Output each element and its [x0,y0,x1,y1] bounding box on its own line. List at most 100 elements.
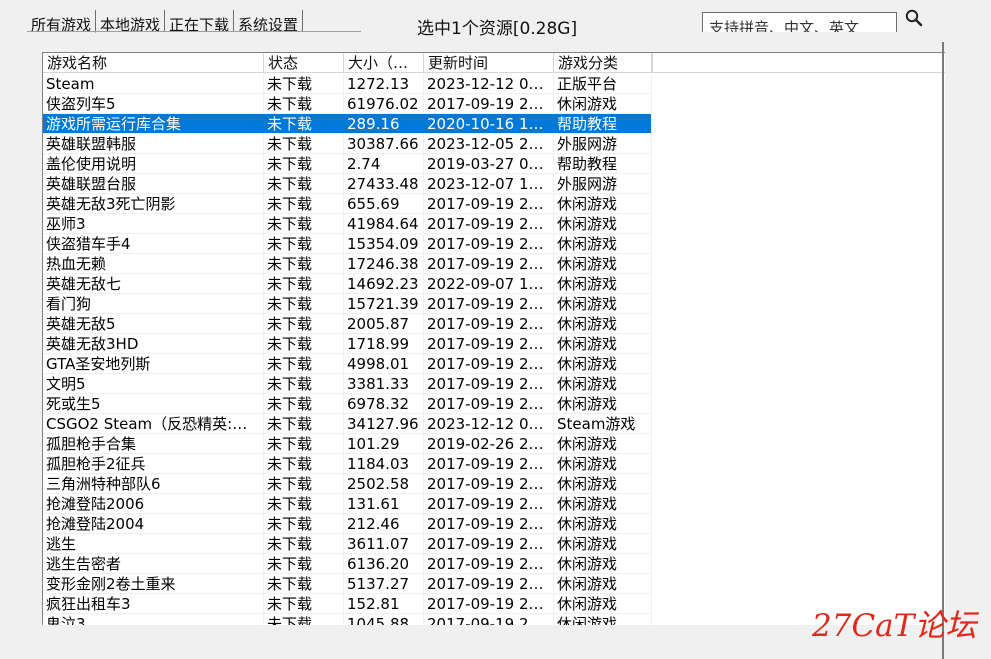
table-row[interactable]: 盖伦使用说明 未下载 2.74 2019-03-27 0… 帮助教程 [43,154,651,174]
cell-size: 3611.07 [347,535,410,553]
cell-name: 英雄无敌3HD [46,335,139,353]
list-header: 游戏名称 状态 大小（… 更新时间 游戏分类 [43,53,945,73]
cell-status: 未下载 [267,315,313,333]
cell-status: 未下载 [267,135,313,153]
cell-updated: 2020-10-16 1… [427,115,544,133]
cell-category: 休闲游戏 [557,295,618,313]
cell-category: 休闲游戏 [557,355,618,373]
cell-category: 休闲游戏 [557,455,618,473]
cell-name: 侠盗猎车手4 [46,235,131,253]
cell-status: 未下载 [267,275,313,293]
column-header-name[interactable]: 游戏名称 [43,53,264,73]
tab-settings[interactable]: 系统设置 [234,10,304,32]
cell-status: 未下载 [267,155,313,173]
cell-category: 休闲游戏 [557,375,618,393]
table-row[interactable]: 逃生 未下载 3611.07 2017-09-19 2… 休闲游戏 [43,534,651,554]
cell-size: 17246.38 [347,255,419,273]
cell-size: 1184.03 [347,455,410,473]
table-row[interactable]: 鬼泣3 未下载 1045.88 2017-09-19 2… 休闲游戏 [43,614,651,625]
table-row[interactable]: Steam 未下载 1272.13 2023-12-12 0… 正版平台 [43,74,651,94]
cell-size: 1718.99 [347,335,410,353]
table-row[interactable]: 游戏所需运行库合集 未下载 289.16 2020-10-16 1… 帮助教程 [43,114,651,134]
cell-name: 三角洲特种部队6 [46,475,161,493]
column-header-size[interactable]: 大小（… [344,53,424,73]
cell-name: 盖伦使用说明 [46,155,137,173]
cell-status: 未下载 [267,395,313,413]
watermark-logo: 27CaT论坛 [812,608,977,644]
table-row[interactable]: 抢滩登陆2006 未下载 131.61 2017-09-19 2… 休闲游戏 [43,494,651,514]
column-header-status[interactable]: 状态 [264,53,344,73]
cell-status: 未下载 [267,475,313,493]
game-list[interactable]: 游戏名称 状态 大小（… 更新时间 游戏分类 Steam 未下载 1272.13 20… [42,52,945,625]
column-header-updated[interactable]: 更新时间 [424,53,554,73]
tab-downloading[interactable]: 正在下载 [165,10,235,32]
table-row[interactable]: 热血无赖 未下载 17246.38 2017-09-19 2… 休闲游戏 [43,254,651,274]
cell-size: 289.16 [347,115,400,133]
table-row[interactable]: 三角洲特种部队6 未下载 2502.58 2017-09-19 2… 休闲游戏 [43,474,651,494]
cell-updated: 2017-09-19 2… [427,315,544,333]
cell-updated: 2017-09-19 2… [427,535,544,553]
table-row[interactable]: 死或生5 未下载 6978.32 2017-09-19 2… 休闲游戏 [43,394,651,414]
cell-size: 15354.09 [347,235,419,253]
cell-category: 休闲游戏 [557,575,618,593]
cell-status: 未下载 [267,235,313,253]
cell-updated: 2017-09-19 2… [427,595,544,613]
cell-category: 休闲游戏 [557,435,618,453]
table-row[interactable]: 变形金刚2卷土重来 未下载 5137.27 2017-09-19 2… 休闲游戏 [43,574,651,594]
table-row[interactable]: 疯狂出租车3 未下载 152.81 2017-09-19 2… 休闲游戏 [43,594,651,614]
table-row[interactable]: 文明5 未下载 3381.33 2017-09-19 2… 休闲游戏 [43,374,651,394]
tab-divider [27,31,361,32]
cell-updated: 2017-09-19 2… [427,295,544,313]
table-row[interactable]: 英雄无敌5 未下载 2005.87 2017-09-19 2… 休闲游戏 [43,314,651,334]
magnifier-icon [905,9,923,27]
cell-name: 英雄无敌3死亡阴影 [46,195,176,213]
table-row[interactable]: 英雄无敌3死亡阴影 未下载 655.69 2017-09-19 2… 休闲游戏 [43,194,651,214]
cell-name: 英雄无敌七 [46,275,122,293]
table-row[interactable]: 孤胆枪手合集 未下载 101.29 2019-02-26 2… 休闲游戏 [43,434,651,454]
table-row[interactable]: 侠盗列车5 未下载 61976.02 2017-09-19 2… 休闲游戏 [43,94,651,114]
tab-local-games[interactable]: 本地游戏 [96,10,166,32]
cell-name: 疯狂出租车3 [46,595,131,613]
cell-category: 正版平台 [557,75,618,93]
cell-size: 41984.64 [347,215,419,233]
cell-name: 孤胆枪手合集 [46,435,137,453]
cell-category: 休闲游戏 [557,515,618,533]
tab-all-games[interactable]: 所有游戏 [27,10,97,33]
column-header-category[interactable]: 游戏分类 [554,53,652,73]
table-row[interactable]: 英雄联盟韩服 未下载 30387.66 2023-12-05 2… 外服网游 [43,134,651,154]
table-row[interactable]: 英雄联盟台服 未下载 27433.48 2023-12-07 1… 外服网游 [43,174,651,194]
cell-size: 131.61 [347,495,400,513]
table-row[interactable]: 侠盗猎车手4 未下载 15354.09 2017-09-19 2… 休闲游戏 [43,234,651,254]
window-border [942,42,944,659]
table-row[interactable]: 看门狗 未下载 15721.39 2017-09-19 2… 休闲游戏 [43,294,651,314]
cell-category: 休闲游戏 [557,535,618,553]
cell-updated: 2017-09-19 2… [427,475,544,493]
table-row[interactable]: 抢滩登陆2004 未下载 212.46 2017-09-19 2… 休闲游戏 [43,514,651,534]
cell-name: CSGO2 Steam（反恐精英:… [46,415,248,433]
cell-name: 抢滩登陆2004 [46,515,145,533]
cell-size: 30387.66 [347,135,419,153]
table-row[interactable]: 孤胆枪手2征兵 未下载 1184.03 2017-09-19 2… 休闲游戏 [43,454,651,474]
cell-status: 未下载 [267,75,313,93]
cell-size: 3381.33 [347,375,410,393]
cell-status: 未下载 [267,555,313,573]
cell-size: 655.69 [347,195,400,213]
cell-category: 休闲游戏 [557,315,618,333]
table-row[interactable]: GTA圣安地列斯 未下载 4998.01 2017-09-19 2… 休闲游戏 [43,354,651,374]
cell-status: 未下载 [267,455,313,473]
cell-name: 抢滩登陆2006 [46,495,145,513]
cell-size: 2502.58 [347,475,410,493]
table-row[interactable]: 巫师3 未下载 41984.64 2017-09-19 2… 休闲游戏 [43,214,651,234]
cell-size: 1045.88 [347,615,410,625]
cell-updated: 2017-09-19 2… [427,335,544,353]
search-button[interactable] [904,8,924,28]
cell-updated: 2017-09-19 2… [427,455,544,473]
table-row[interactable]: 英雄无敌七 未下载 14692.23 2022-09-07 1… 休闲游戏 [43,274,651,294]
table-row[interactable]: 逃生告密者 未下载 6136.20 2017-09-19 2… 休闲游戏 [43,554,651,574]
cell-status: 未下载 [267,535,313,553]
cell-category: 休闲游戏 [557,555,618,573]
cell-updated: 2017-09-19 2… [427,555,544,573]
search-input[interactable]: 支持拼音、中文、英文 [702,12,897,32]
table-row[interactable]: CSGO2 Steam（反恐精英:… 未下载 34127.96 2023-12-12 … [43,414,651,434]
table-row[interactable]: 英雄无敌3HD 未下载 1718.99 2017-09-19 2… 休闲游戏 [43,334,651,354]
